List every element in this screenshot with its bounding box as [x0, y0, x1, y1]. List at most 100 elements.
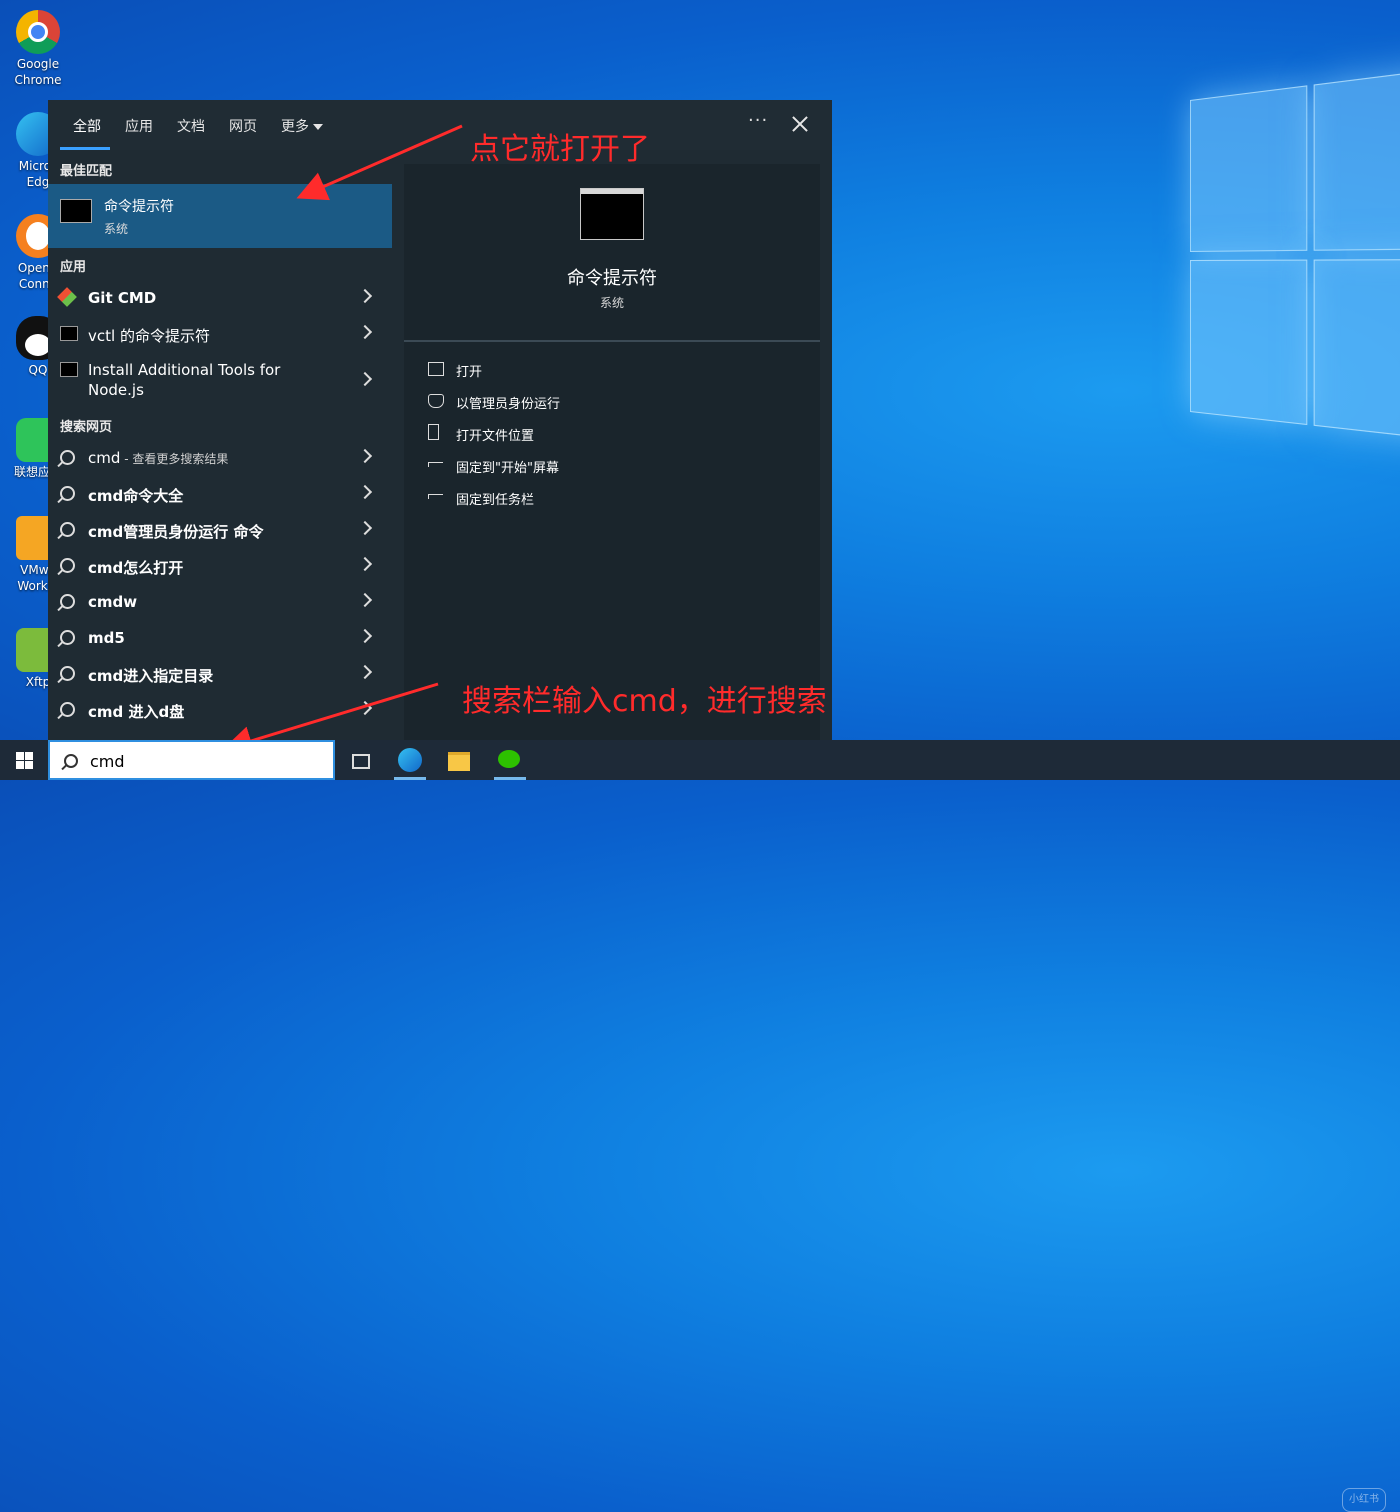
git-icon [57, 287, 77, 307]
command-prompt-icon [60, 199, 92, 223]
web-item-label: cmd进入指定目录 [88, 667, 214, 685]
list-item-label: vctl 的命令提示符 [88, 327, 210, 345]
list-item-label: Git CMD [88, 289, 157, 307]
chevron-right-icon[interactable] [357, 664, 373, 680]
action-pin-to-start[interactable]: 固定到"开始"屏幕 [428, 454, 788, 478]
search-icon [60, 558, 75, 573]
pin-icon [428, 462, 443, 467]
tab-documents[interactable]: 文档 [177, 116, 205, 136]
close-icon[interactable] [788, 112, 812, 136]
tab-all[interactable]: 全部 [73, 116, 101, 136]
command-prompt-large-icon [580, 188, 644, 240]
best-match-item[interactable]: 命令提示符 系统 [48, 184, 392, 248]
action-label: 打开 [456, 365, 483, 380]
task-view-icon [352, 754, 370, 769]
start-button[interactable] [0, 740, 48, 780]
chevron-right-icon[interactable] [357, 592, 373, 608]
search-tabs: 全部 应用 文档 网页 更多 ··· [48, 100, 832, 150]
cmd-icon [60, 362, 78, 377]
start-search-panel: 全部 应用 文档 网页 更多 ··· 最佳匹配 命令提示符 系统 应用 Git … [48, 100, 832, 740]
action-label: 固定到"开始"屏幕 [456, 461, 559, 476]
best-match-title: 命令提示符 [104, 199, 174, 215]
search-icon [60, 450, 75, 465]
web-item[interactable]: cmd怎么打开 [48, 548, 392, 584]
annotation-bottom: 搜索栏输入cmd，进行搜索 [462, 684, 827, 719]
action-label: 打开文件位置 [456, 429, 535, 444]
action-run-as-admin[interactable]: 以管理员身份运行 [428, 390, 788, 414]
search-icon [60, 702, 75, 717]
shield-icon [428, 394, 444, 408]
chrome-icon [16, 10, 60, 54]
web-item-label: cmd命令大全 [88, 487, 184, 505]
more-options-button[interactable]: ··· [748, 110, 768, 131]
web-item-label: cmd管理员身份运行 命令 [88, 523, 264, 541]
list-item-label: Install Additional Tools for Node.js [88, 361, 281, 399]
web-item-label: cmd - 查看更多搜索结果 [88, 449, 228, 467]
search-icon [64, 754, 78, 768]
chevron-right-icon[interactable] [357, 700, 373, 716]
windows-wallpaper-logo [1190, 65, 1400, 465]
windows-logo-icon [16, 752, 24, 760]
chevron-right-icon[interactable] [357, 556, 373, 572]
tab-more-label: 更多 [281, 119, 309, 135]
annotation-top: 点它就打开了 [470, 132, 650, 167]
list-item-vctl[interactable]: vctl 的命令提示符 [48, 316, 392, 352]
web-item-label: cmd怎么打开 [88, 559, 184, 577]
tab-more[interactable]: 更多 [281, 116, 323, 136]
chevron-right-icon[interactable] [357, 520, 373, 536]
results-list: 最佳匹配 命令提示符 系统 应用 Git CMD vctl 的命令提示符 Ins… [48, 150, 392, 740]
file-location-icon [428, 424, 439, 440]
list-item-node-tools[interactable]: Install Additional Tools for Node.js [48, 352, 392, 404]
search-icon [60, 594, 75, 609]
folder-icon [448, 752, 470, 771]
chevron-right-icon[interactable] [357, 324, 373, 340]
chevron-right-icon[interactable] [357, 448, 373, 464]
web-item-suffix: - 查看更多搜索结果 [120, 452, 229, 466]
list-item-git-cmd[interactable]: Git CMD [48, 280, 392, 316]
search-input[interactable] [88, 749, 322, 773]
web-item[interactable]: cmd命令大全 [48, 476, 392, 512]
web-item-query: cmd [88, 449, 121, 467]
web-item[interactable]: md5 [48, 620, 392, 656]
action-pin-to-taskbar[interactable]: 固定到任务栏 [428, 486, 788, 510]
taskbar-wechat[interactable] [490, 744, 530, 780]
action-open-file-location[interactable]: 打开文件位置 [428, 422, 788, 446]
chevron-down-icon [313, 124, 323, 130]
preview-subtitle: 系统 [599, 296, 624, 310]
search-icon [60, 522, 75, 537]
web-search-header: 搜索网页 [60, 420, 113, 435]
web-item-label: cmdw [88, 593, 138, 611]
web-item[interactable]: cmd - 查看更多搜索结果 [48, 440, 392, 476]
taskbar-file-explorer[interactable] [440, 744, 480, 776]
chevron-right-icon[interactable] [357, 628, 373, 644]
action-open[interactable]: 打开 [428, 358, 788, 382]
web-item[interactable]: cmd 进入d盘 [48, 692, 392, 728]
watermark: 小红书 [1342, 1488, 1386, 1512]
task-view-button[interactable] [340, 744, 380, 776]
taskbar-search-box[interactable] [48, 740, 335, 780]
taskbar: 小红书 [0, 740, 1400, 1512]
preview-pane: 命令提示符 系统 打开 以管理员身份运行 打开文件位置 固定到"开始"屏幕 固定… [404, 164, 820, 740]
web-item[interactable]: cmd管理员身份运行 命令 [48, 512, 392, 548]
apps-header: 应用 [60, 260, 87, 275]
best-match-header: 最佳匹配 [60, 164, 113, 179]
chevron-right-icon[interactable] [357, 484, 373, 500]
preview-header: 命令提示符 系统 [404, 164, 820, 342]
action-label: 固定到任务栏 [456, 493, 535, 508]
pin-icon [428, 494, 443, 499]
open-icon [428, 362, 444, 376]
chevron-right-icon[interactable] [357, 288, 373, 304]
action-label: 以管理员身份运行 [456, 397, 561, 412]
web-item[interactable]: cmdw [48, 584, 392, 620]
chevron-right-icon[interactable] [357, 371, 373, 387]
web-item[interactable]: cmd进入指定目录 [48, 656, 392, 692]
tab-apps[interactable]: 应用 [125, 116, 153, 136]
taskbar-edge[interactable] [390, 744, 430, 780]
search-icon [60, 666, 75, 681]
web-item-label: md5 [88, 629, 125, 647]
wechat-icon [498, 750, 520, 768]
cmd-icon [60, 326, 78, 341]
desktop-icon-chrome[interactable]: Google Chrome [6, 10, 70, 88]
tab-web[interactable]: 网页 [229, 116, 257, 136]
web-item-label: cmd 进入d盘 [88, 703, 185, 721]
